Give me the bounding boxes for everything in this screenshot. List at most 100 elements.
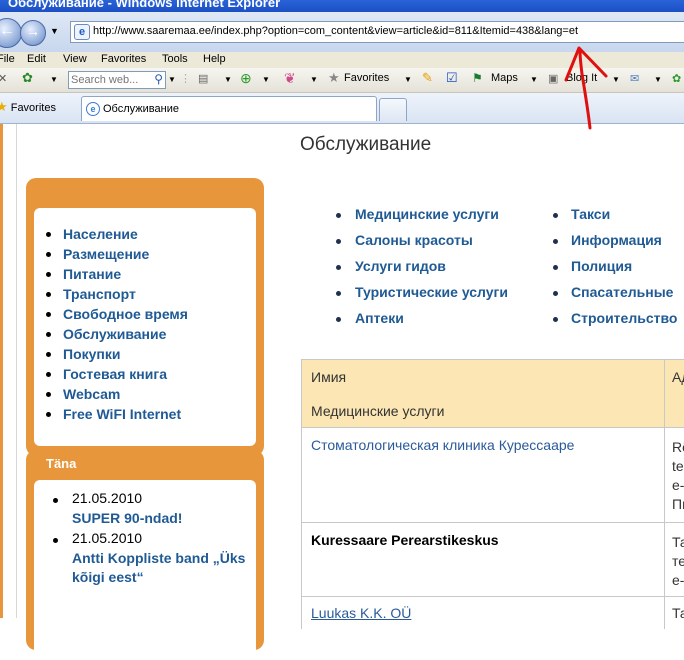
table-header-name: Имия	[311, 369, 347, 385]
mail-dropdown-icon[interactable]: ▼	[654, 75, 662, 84]
service-link-medical[interactable]: Медицинские услуги	[355, 206, 499, 222]
blog-icon: ▣	[548, 73, 559, 85]
maps-icon: ⚑	[472, 71, 483, 85]
sidebar-item-leisure[interactable]: Свободное время	[34, 304, 188, 324]
favorites-dropdown-icon[interactable]: ▼	[404, 75, 412, 84]
search-icon[interactable]: ⚲	[154, 72, 163, 86]
sidebar-item-accommodation[interactable]: Размещение	[34, 244, 188, 264]
maps-button[interactable]: Maps	[491, 72, 518, 84]
table-row-info: Пн	[672, 496, 684, 512]
live-dropdown-icon[interactable]: ▼	[50, 75, 58, 84]
service-bullet	[553, 317, 558, 322]
service-link-taxi[interactable]: Такси	[571, 206, 610, 222]
sidebar-item-food[interactable]: Питание	[34, 264, 188, 284]
page-icon[interactable]: ▤	[198, 72, 208, 85]
service-bullet	[336, 317, 341, 322]
web-page: Население Размещение Питание Транспорт С…	[0, 124, 684, 660]
toolbar-separator-icon: ⋮	[180, 73, 191, 85]
service-link-pharmacy[interactable]: Аптеки	[355, 310, 404, 326]
service-link-police[interactable]: Полиция	[571, 258, 632, 274]
menu-tools[interactable]: Tools	[162, 53, 188, 65]
blog-it-button[interactable]: Blog It	[566, 72, 597, 84]
table-row-info: Та	[672, 605, 684, 621]
back-arrow-icon: ←	[0, 22, 15, 39]
left-divider	[16, 124, 17, 618]
more-icon[interactable]: ✿	[672, 72, 681, 85]
blog-dropdown-icon[interactable]: ▼	[612, 75, 620, 84]
favorites-center-button[interactable]: ★ Favorites	[0, 99, 56, 115]
menu-file[interactable]: File	[0, 53, 15, 65]
address-row: ← → ▼ e http://www.saaremaa.ee/index.php…	[0, 12, 684, 52]
new-tab-button[interactable]	[379, 98, 407, 121]
left-accent-strip	[0, 124, 3, 618]
close-toolbar-icon[interactable]: ✕	[0, 72, 7, 85]
toolbar-favorites-button[interactable]: Favorites	[344, 72, 389, 84]
table-row-name-link[interactable]: Стоматологическая клиника Курессааре	[311, 437, 574, 453]
sidebar-item-guestbook[interactable]: Гостевая книга	[34, 364, 188, 384]
ie-page-icon: e	[74, 24, 90, 40]
sidebar-menu-inner: Население Размещение Питание Транспорт С…	[34, 208, 256, 446]
service-link-info[interactable]: Информация	[571, 232, 662, 248]
menu-view[interactable]: View	[63, 53, 87, 65]
edit-icon[interactable]: ☑	[446, 70, 458, 86]
forward-arrow-icon: →	[26, 23, 40, 39]
table-row-info: Rõ	[672, 439, 684, 455]
messenger-dropdown-icon[interactable]: ▼	[310, 75, 318, 84]
service-link-rescue[interactable]: Спасательные	[571, 284, 673, 300]
search-box: ⚲	[68, 71, 166, 89]
table-row-divider	[302, 596, 684, 597]
add-icon[interactable]: ⊕	[240, 70, 252, 87]
mail-icon[interactable]: ✉	[630, 72, 639, 85]
add-dropdown-icon[interactable]: ▼	[262, 75, 270, 84]
service-bullet	[553, 291, 558, 296]
sidebar-menu: Население Размещение Питание Транспорт С…	[34, 224, 188, 424]
service-bullet	[553, 265, 558, 270]
ie-tab-icon: e	[86, 102, 100, 116]
sidebar-item-transport[interactable]: Транспорт	[34, 284, 188, 304]
sidebar-item-webcam[interactable]: Webcam	[34, 384, 188, 404]
sidebar-item-services[interactable]: Обслуживание	[34, 324, 188, 344]
table-row-info: Та	[672, 534, 684, 550]
menu-help[interactable]: Help	[203, 53, 226, 65]
favorites-star-icon: ★	[328, 70, 340, 85]
messenger-icon[interactable]: ❦	[284, 70, 296, 87]
news-bullet	[53, 498, 58, 503]
table-header-address: Ад	[672, 369, 684, 385]
news-title-link-line2[interactable]: kõigi eest“	[72, 569, 144, 585]
page-dropdown-icon[interactable]: ▼	[224, 75, 232, 84]
forward-button[interactable]: →	[20, 20, 46, 46]
table-row-info: e-	[672, 572, 684, 588]
service-bullet	[336, 291, 341, 296]
menu-edit[interactable]: Edit	[27, 53, 46, 65]
today-box: Täna 21.05.2010 SUPER 90-ndad! 21.05.201…	[26, 450, 264, 660]
table-row-name: Kuressaare Perearstikeskus	[311, 532, 499, 548]
page-title: Обслуживание	[300, 134, 432, 155]
toolbar: ✕ ✿ ▼ ⚲ ▼ ⋮ ▤ ▼ ⊕ ▼ ❦ ▼ ★ Favorites ▼ ✎ …	[0, 68, 684, 93]
address-field[interactable]: e http://www.saaremaa.ee/index.php?optio…	[70, 21, 684, 43]
service-link-guides[interactable]: Услуги гидов	[355, 258, 446, 274]
service-link-beauty[interactable]: Салоны красоты	[355, 232, 473, 248]
table-row-info: te	[672, 458, 684, 474]
history-dropdown-icon[interactable]: ▼	[50, 26, 59, 36]
service-link-construction[interactable]: Строительство	[571, 310, 677, 326]
favorites-icon: ★	[0, 99, 8, 114]
table-row-name-link[interactable]: Luukas K.K. OÜ	[311, 605, 411, 621]
search-input[interactable]	[69, 73, 149, 87]
back-button[interactable]: ←	[0, 18, 22, 48]
news-title-link[interactable]: Antti Koppliste band „Üks	[72, 550, 245, 566]
maps-dropdown-icon[interactable]: ▼	[530, 75, 538, 84]
menu-favorites[interactable]: Favorites	[101, 53, 146, 65]
tab-active[interactable]: e Обслуживание	[81, 96, 377, 121]
sidebar-item-shopping[interactable]: Покупки	[34, 344, 188, 364]
favorites-center-label: Favorites	[10, 102, 56, 114]
sidebar-item-wifi[interactable]: Free WiFI Internet	[34, 404, 188, 424]
news-title-link[interactable]: SUPER 90-ndad!	[72, 510, 182, 526]
windows-live-icon[interactable]: ✿	[22, 70, 33, 86]
search-dropdown-icon[interactable]: ▼	[168, 75, 176, 84]
service-link-tourist[interactable]: Туристические услуги	[355, 284, 508, 300]
today-title: Täna	[46, 456, 77, 471]
table-section-label: Медицинские услуги	[311, 403, 445, 419]
sidebar-item-population[interactable]: Население	[34, 224, 188, 244]
today-inner: 21.05.2010 SUPER 90-ndad! 21.05.2010 Ant…	[34, 480, 256, 660]
highlight-icon[interactable]: ✎	[422, 70, 433, 86]
